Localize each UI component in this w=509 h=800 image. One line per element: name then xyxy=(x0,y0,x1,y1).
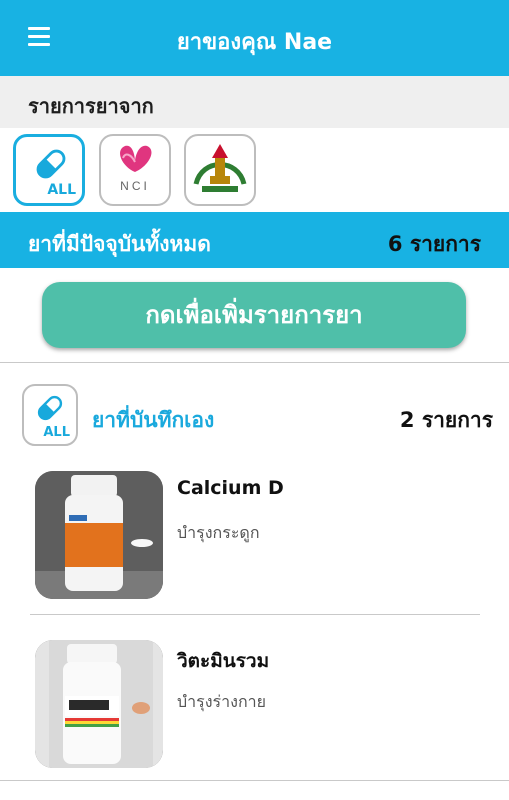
list-divider xyxy=(0,780,509,781)
medicine-name: Calcium D xyxy=(177,477,284,499)
add-medicine-button[interactable]: กดเพื่อเพิ่มรายการยา xyxy=(42,282,466,348)
sources-heading: รายการยาจาก xyxy=(0,76,509,128)
section-title: ยาที่บันทึกเอง xyxy=(92,408,215,432)
list-divider xyxy=(30,614,480,615)
pill-capsule-icon xyxy=(36,149,66,179)
divider xyxy=(0,362,509,363)
total-medicines-bar: ยาที่มีปัจจุบันทั้งหมด 6 รายการ xyxy=(0,212,509,268)
source-filter-all[interactable]: ALL xyxy=(13,134,85,206)
medicine-description: บำรุงกระดูก xyxy=(177,523,260,542)
source-all-label: ALL xyxy=(47,182,76,198)
section-count: 2 รายการ xyxy=(399,408,493,432)
calcium-d-bottle-photo xyxy=(35,471,163,599)
nci-logo: NCI xyxy=(120,145,152,193)
source-filter-nci[interactable]: NCI xyxy=(99,134,171,206)
self-recorded-section-header: ALL ยาที่บันทึกเอง 2 รายการ xyxy=(0,384,509,448)
medicine-name: วิตะมินรวม xyxy=(177,650,270,672)
university-crest-logo xyxy=(193,144,247,192)
centrum-bottle-photo xyxy=(35,640,163,768)
pill-capsule-icon xyxy=(37,395,63,421)
medicine-description: บำรุงร่างกาย xyxy=(177,692,266,711)
source-filter-university[interactable] xyxy=(184,134,256,206)
page-title: ยาของคุณ Nae xyxy=(176,30,333,55)
total-medicines-count: 6 รายการ xyxy=(387,232,481,256)
total-medicines-label: ยาที่มีปัจจุบันทั้งหมด xyxy=(28,232,211,256)
medicine-list-item[interactable]: วิตะมินรวม บำรุงร่างกาย xyxy=(0,634,509,784)
section-source-icon: ALL xyxy=(22,384,78,446)
section-icon-label: ALL xyxy=(43,425,70,440)
app-bar: ยาของคุณ Nae xyxy=(0,0,509,76)
nci-logo-text: NCI xyxy=(120,179,150,193)
source-filter-row: ALL NCI xyxy=(0,128,509,212)
medicine-list-item[interactable]: Calcium D บำรุงกระดูก xyxy=(0,465,509,615)
